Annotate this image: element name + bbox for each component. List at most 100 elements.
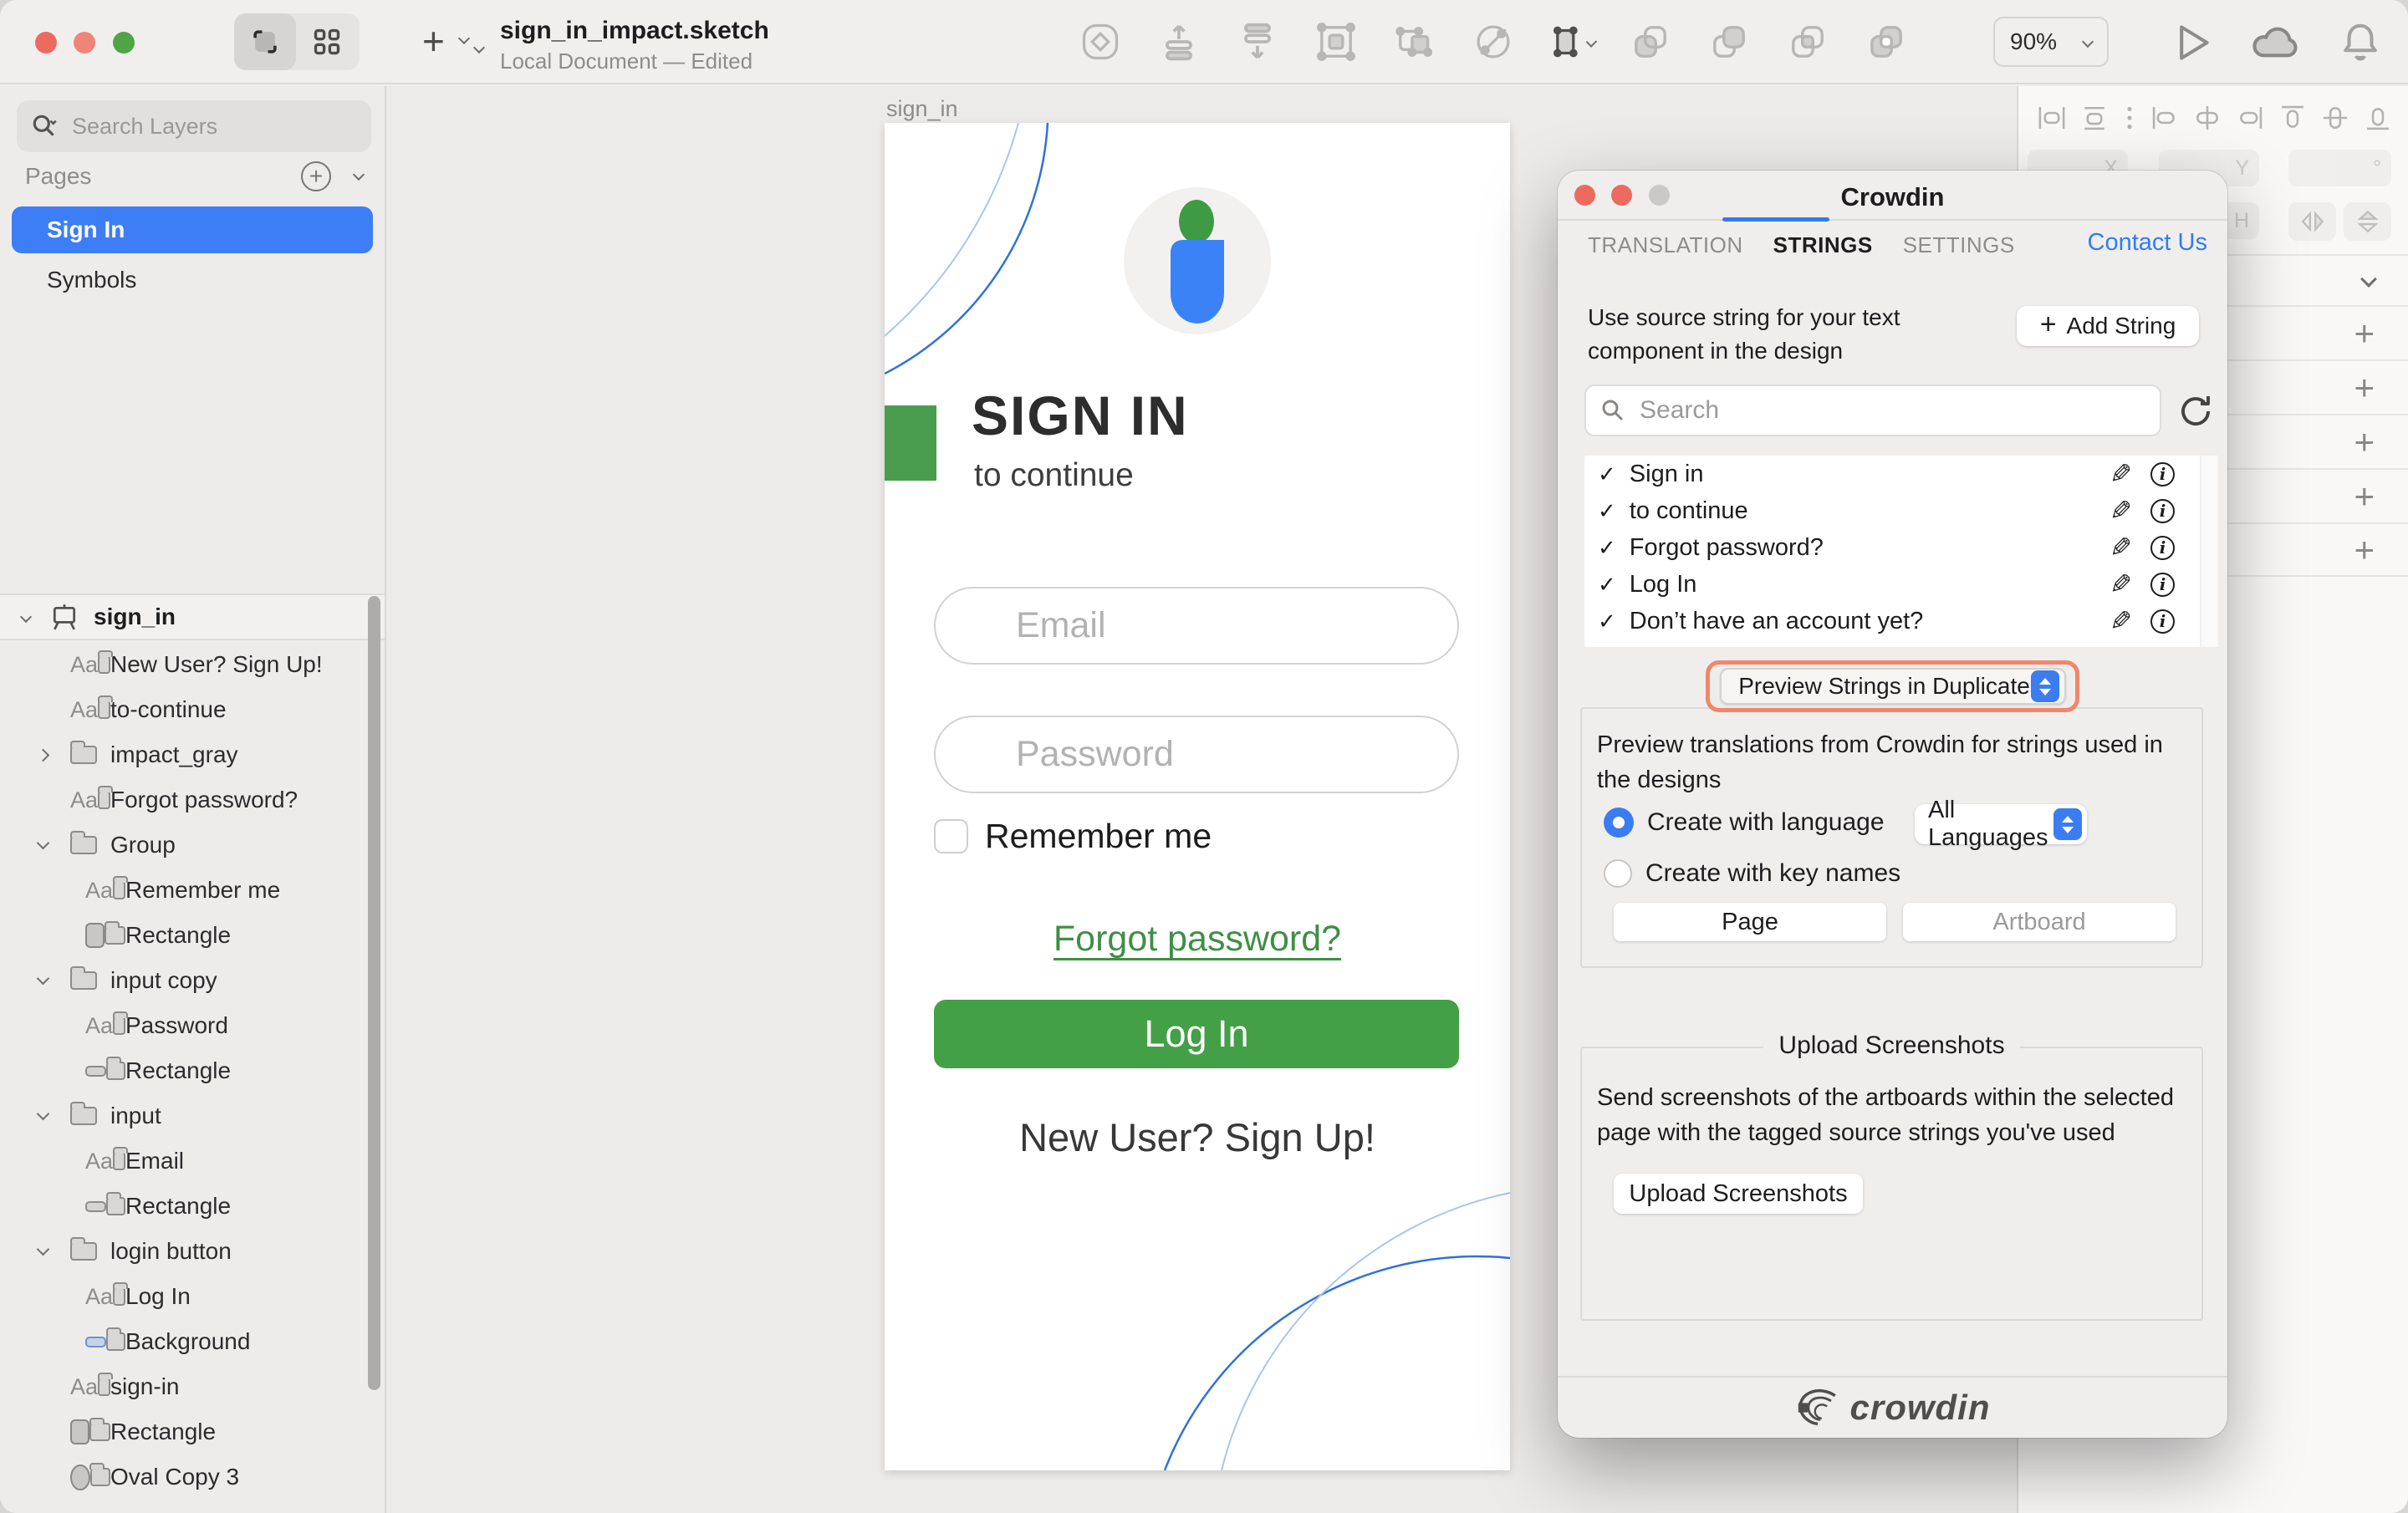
layer-row[interactable]: Rectangle [0, 1184, 385, 1229]
folder-chevron-icon[interactable] [37, 972, 50, 986]
chevron-down-icon[interactable] [20, 611, 32, 623]
flip-horizontal-button[interactable] [2288, 202, 2336, 241]
layer-row[interactable]: sign-in [0, 1364, 385, 1409]
remember-me-checkbox[interactable] [934, 819, 968, 853]
flip-vertical-button[interactable] [2344, 202, 2391, 241]
layer-row[interactable]: Oval Copy 3 [0, 1454, 385, 1500]
grid-view-button[interactable] [296, 13, 358, 70]
folder-chevron-icon[interactable] [37, 748, 50, 762]
layer-row[interactable]: Rectangle [0, 1048, 385, 1093]
layer-row[interactable]: Rectangle [0, 1409, 385, 1454]
boolean-union-icon[interactable] [1627, 18, 1674, 65]
layer-row[interactable]: Group [0, 823, 385, 868]
move-backward-icon[interactable] [1234, 18, 1281, 65]
transform-icon[interactable] [1470, 18, 1517, 65]
layer-row[interactable]: Password [0, 1003, 385, 1048]
forgot-password-link[interactable]: Forgot password? [885, 919, 1510, 960]
page-item[interactable]: Symbols [12, 257, 373, 303]
folder-chevron-icon[interactable] [37, 837, 50, 850]
move-forward-icon[interactable] [1156, 18, 1202, 65]
page-button[interactable]: Page [1614, 903, 1886, 941]
preview-play-button[interactable] [2169, 20, 2214, 69]
folder-chevron-icon[interactable] [37, 1108, 50, 1121]
string-row[interactable]: Log In [1584, 566, 2218, 603]
edit-pencil-icon[interactable] [2110, 605, 2132, 637]
info-icon[interactable] [2150, 573, 2175, 597]
info-icon[interactable] [2150, 609, 2175, 634]
string-row[interactable]: to continue [1584, 492, 2218, 529]
layer-row[interactable]: Forgot password? [0, 777, 385, 823]
canvas-view-button[interactable] [234, 13, 296, 70]
layer-row[interactable]: Rectangle [0, 913, 385, 958]
info-icon[interactable] [2150, 462, 2175, 487]
close-button[interactable] [35, 32, 57, 53]
crowdin-tab[interactable]: TRANSLATION [1588, 232, 1743, 258]
align-middle-vertical-icon[interactable] [2319, 101, 2352, 139]
rotation-field[interactable]: ° [2288, 150, 2391, 186]
edit-pencil-icon[interactable] [2110, 568, 2132, 600]
align-bottom-icon[interactable] [2361, 101, 2395, 139]
refresh-strings-button[interactable] [2176, 391, 2216, 436]
crowdin-tab[interactable]: STRINGS [1773, 232, 1873, 258]
insert-button[interactable] [422, 22, 468, 60]
signup-text[interactable]: New User? Sign Up! [885, 1114, 1510, 1160]
layer-row[interactable]: New User? Sign Up! [0, 642, 385, 687]
layer-row[interactable]: login button [0, 1229, 385, 1274]
layer-row[interactable]: input copy [0, 958, 385, 1003]
info-icon[interactable] [2150, 536, 2175, 560]
chevron-down-icon[interactable] [458, 33, 470, 44]
string-row[interactable]: Forgot password? [1584, 529, 2218, 566]
search-layers-field[interactable] [17, 100, 371, 152]
cloud-share-button[interactable] [2251, 20, 2299, 69]
fullscreen-button[interactable] [113, 32, 135, 53]
layer-row[interactable]: Email [0, 1139, 385, 1184]
email-field[interactable]: Email [934, 587, 1459, 665]
edit-pencil-icon[interactable] [2110, 532, 2132, 563]
strings-scroll-track[interactable] [2200, 456, 2218, 647]
distribute-vertical-icon[interactable] [2078, 101, 2111, 139]
layer-row[interactable]: Background [0, 1319, 385, 1364]
document-title-block[interactable]: sign_in_impact.sketch Local Document — E… [475, 17, 769, 74]
crowdin-tab[interactable]: SETTINGS [1903, 232, 2015, 258]
language-select[interactable]: All Languages [1915, 804, 2087, 844]
create-with-language-option[interactable]: Create with language [1604, 807, 1885, 838]
info-icon[interactable] [2150, 499, 2175, 523]
radio-selected-icon[interactable] [1604, 807, 1634, 838]
zoom-control[interactable]: 90% [1993, 17, 2109, 67]
layer-row[interactable]: impact_gray [0, 732, 385, 777]
layer-row[interactable]: Log In [0, 1274, 385, 1319]
crowdin-search-input[interactable] [1638, 395, 2106, 425]
minimize-button[interactable] [74, 32, 95, 53]
password-field[interactable]: Password [934, 716, 1459, 793]
align-center-horizontal-icon[interactable] [2191, 101, 2224, 139]
folder-chevron-icon[interactable] [37, 1243, 50, 1256]
radio-unselected-icon[interactable] [1604, 859, 1632, 888]
crowdin-titlebar[interactable]: Crowdin [1558, 171, 2227, 221]
login-button[interactable]: Log In [934, 1000, 1459, 1068]
edit-pencil-icon[interactable] [2110, 458, 2132, 490]
string-row[interactable]: Sign in [1584, 456, 2218, 492]
boolean-intersect-icon[interactable] [1784, 18, 1831, 65]
layer-row[interactable]: Remember me [0, 868, 385, 913]
align-top-icon[interactable] [2276, 101, 2309, 139]
align-right-icon[interactable] [2233, 101, 2267, 139]
artboard-title[interactable]: sign_in [886, 96, 958, 122]
more-options-icon[interactable] [2120, 101, 2139, 139]
contact-us-link[interactable]: Contact Us [2088, 229, 2207, 257]
sidebar-scrollbar[interactable] [368, 596, 380, 1390]
boolean-difference-icon[interactable] [1863, 18, 1910, 65]
group-icon[interactable] [1313, 18, 1360, 65]
edit-size-icon[interactable] [1548, 18, 1595, 65]
upload-screenshots-button[interactable]: Upload Screenshots [1614, 1174, 1863, 1214]
artboard-layer-header[interactable]: sign_in [0, 593, 385, 640]
add-page-button[interactable] [301, 161, 331, 191]
string-row[interactable]: Don’t have an account yet? [1584, 603, 2218, 639]
edit-pencil-icon[interactable] [2110, 495, 2132, 527]
boolean-subtract-icon[interactable] [1706, 18, 1752, 65]
distribute-horizontal-icon[interactable] [2035, 101, 2069, 139]
artboard-button[interactable]: Artboard [1903, 903, 2176, 941]
add-string-button[interactable]: Add String [2017, 306, 2199, 346]
artboard[interactable]: SIGN IN to continue Email Password Remem… [885, 123, 1510, 1470]
search-layers-input[interactable] [70, 113, 321, 140]
notifications-bell-button[interactable] [2338, 20, 2383, 69]
